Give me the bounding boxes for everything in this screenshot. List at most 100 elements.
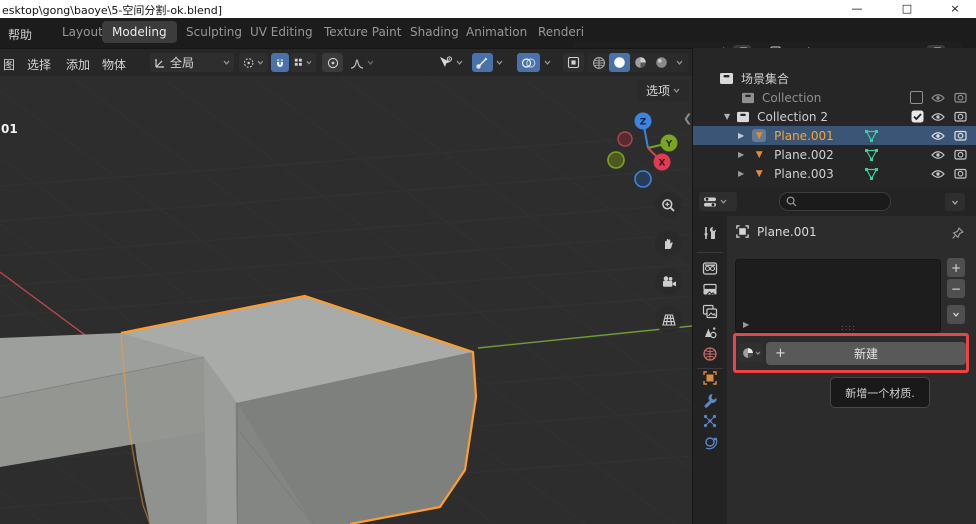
shading-wireframe-button[interactable] [588, 53, 609, 72]
workspace-tab-render[interactable]: Renderi [528, 21, 594, 43]
hand-icon [661, 236, 676, 251]
tab-view-layer-icon[interactable] [702, 304, 718, 319]
resize-grip[interactable]: :::: [841, 323, 856, 332]
chevron-down-icon [257, 60, 264, 65]
tab-particles-icon[interactable] [702, 413, 718, 429]
properties-editor-type-dropdown[interactable] [699, 192, 737, 211]
properties-search-input[interactable] [779, 192, 891, 211]
viewport-corner-label: 01 [1, 122, 18, 136]
camera-visibility-icon[interactable] [954, 168, 967, 179]
viewport-ortho-button[interactable] [655, 306, 682, 333]
outliner-row-plane002[interactable]: ▶ ▼ Plane.002 [693, 145, 976, 164]
eye-icon[interactable] [931, 93, 945, 103]
add-menu[interactable]: 添加 [66, 56, 90, 73]
disclosure-collapsed-icon[interactable]: ▶ [738, 150, 744, 159]
region-collapse-icon[interactable]: ❮ [683, 112, 692, 125]
visibility-dropdown[interactable] [434, 53, 470, 72]
disclosure-expanded-icon[interactable]: ▼ [724, 112, 730, 121]
shading-rendered-button[interactable] [651, 53, 672, 72]
snap-with-dropdown[interactable] [290, 53, 316, 72]
eye-icon[interactable] [931, 169, 945, 179]
disclosure-collapsed-icon[interactable]: ▶ [738, 169, 744, 178]
tab-tool-icon[interactable] [702, 225, 718, 241]
gizmo-dropdown-chevron[interactable] [496, 60, 503, 65]
workspace-tab-texture-paint[interactable]: Texture Paint [314, 21, 411, 43]
outliner-row-plane001[interactable]: ▶ ▼ Plane.001 [693, 126, 976, 145]
viewport-pan-button[interactable] [655, 230, 682, 257]
material-slot-list[interactable] [735, 259, 941, 333]
gizmo-toggle[interactable] [472, 53, 493, 72]
properties-options-dropdown[interactable] [945, 193, 965, 211]
disclosure-collapsed-icon[interactable]: ▶ [738, 131, 744, 140]
gizmo-axis-neg-z[interactable] [635, 171, 651, 187]
viewport-3d[interactable]: Z Y X 选项 01 ❮ [0, 76, 692, 524]
close-button[interactable]: × [938, 0, 972, 18]
workspace-tab-modeling[interactable]: Modeling [102, 21, 177, 43]
new-material-button[interactable]: + 新建 [766, 342, 966, 365]
view-menu[interactable]: 图 [3, 56, 15, 73]
properties-breadcrumb: Plane.001 [735, 224, 817, 239]
camera-visibility-icon[interactable] [954, 111, 967, 122]
camera-visibility-icon[interactable] [954, 130, 967, 141]
camera-visibility-icon[interactable] [954, 92, 967, 103]
tab-render-icon[interactable] [702, 261, 718, 276]
minimize-button[interactable]: — [840, 0, 874, 18]
select-menu[interactable]: 选择 [27, 56, 51, 73]
chevron-down-icon [367, 60, 374, 65]
viewport-camera-button[interactable] [655, 268, 682, 295]
workspace-tab-uv-editing[interactable]: UV Editing [240, 21, 323, 43]
rendered-icon [655, 56, 668, 69]
falloff-curve-icon [350, 57, 364, 69]
viewport-zoom-button[interactable] [655, 192, 682, 219]
pin-id-icon[interactable] [951, 226, 965, 240]
snap-toggle[interactable] [271, 53, 289, 72]
xray-toggle[interactable] [563, 53, 584, 72]
tab-object-icon[interactable] [702, 370, 718, 386]
tab-physics-icon[interactable] [702, 434, 718, 450]
workspace-tab-animation[interactable]: Animation [456, 21, 537, 43]
shading-material-button[interactable] [630, 53, 651, 72]
proportional-editing-toggle[interactable] [322, 53, 343, 72]
outliner-row-scene-collection[interactable]: 场景集合 [693, 69, 976, 88]
maximize-button[interactable]: □ [890, 0, 924, 18]
wireframe-icon [592, 56, 606, 70]
shading-solid-button[interactable] [609, 53, 630, 72]
tab-world-icon[interactable] [702, 346, 718, 362]
exclude-checkbox-checked[interactable] [911, 110, 924, 123]
collection-icon [736, 111, 750, 123]
mesh-data-icon [864, 148, 879, 162]
eye-icon[interactable] [931, 150, 945, 160]
outliner-row-collection[interactable]: Collection [693, 88, 976, 107]
remove-material-slot-button[interactable]: − [947, 279, 965, 298]
outliner-label: Collection [762, 91, 821, 105]
outliner-row-collection2[interactable]: ▼ Collection 2 [693, 107, 976, 126]
pivot-icon [243, 57, 254, 69]
camera-visibility-icon[interactable] [954, 149, 967, 160]
pivot-point-dropdown[interactable] [239, 53, 268, 72]
outliner-row-plane003[interactable]: ▶ ▼ Plane.003 [693, 164, 976, 183]
transform-orientation-dropdown[interactable]: 全局 [150, 53, 234, 72]
tab-modifiers-icon[interactable] [702, 392, 718, 408]
solid-icon [613, 56, 626, 69]
tab-output-icon[interactable] [702, 283, 718, 298]
exclude-checkbox-unchecked[interactable] [910, 91, 923, 104]
help-menu[interactable]: 帮助 [2, 23, 38, 46]
viewport-options-dropdown[interactable]: 选项 [637, 80, 689, 101]
overlays-dropdown-chevron[interactable] [544, 60, 551, 65]
properties-panel: Plane.001 + − ▶ :::: + 新建 新增一个材质. [692, 216, 976, 524]
eye-icon[interactable] [931, 112, 945, 122]
panel-expand-icon[interactable]: ▶ [743, 320, 749, 329]
add-material-slot-button[interactable]: + [947, 258, 965, 277]
material-specials-dropdown[interactable] [947, 305, 965, 324]
eye-icon[interactable] [931, 131, 945, 141]
gizmo-axis-neg-x[interactable] [618, 132, 632, 146]
chevron-down-icon [306, 60, 312, 65]
shading-dropdown-chevron[interactable] [672, 53, 686, 72]
chevron-down-icon [952, 312, 960, 317]
overlays-toggle[interactable] [517, 53, 540, 72]
browse-material-dropdown[interactable] [739, 343, 763, 362]
tab-scene-icon[interactable] [702, 325, 718, 341]
proportional-falloff-dropdown[interactable] [346, 53, 378, 72]
object-menu[interactable]: 物体 [102, 56, 126, 73]
gizmo-axis-neg-y[interactable] [608, 152, 624, 168]
